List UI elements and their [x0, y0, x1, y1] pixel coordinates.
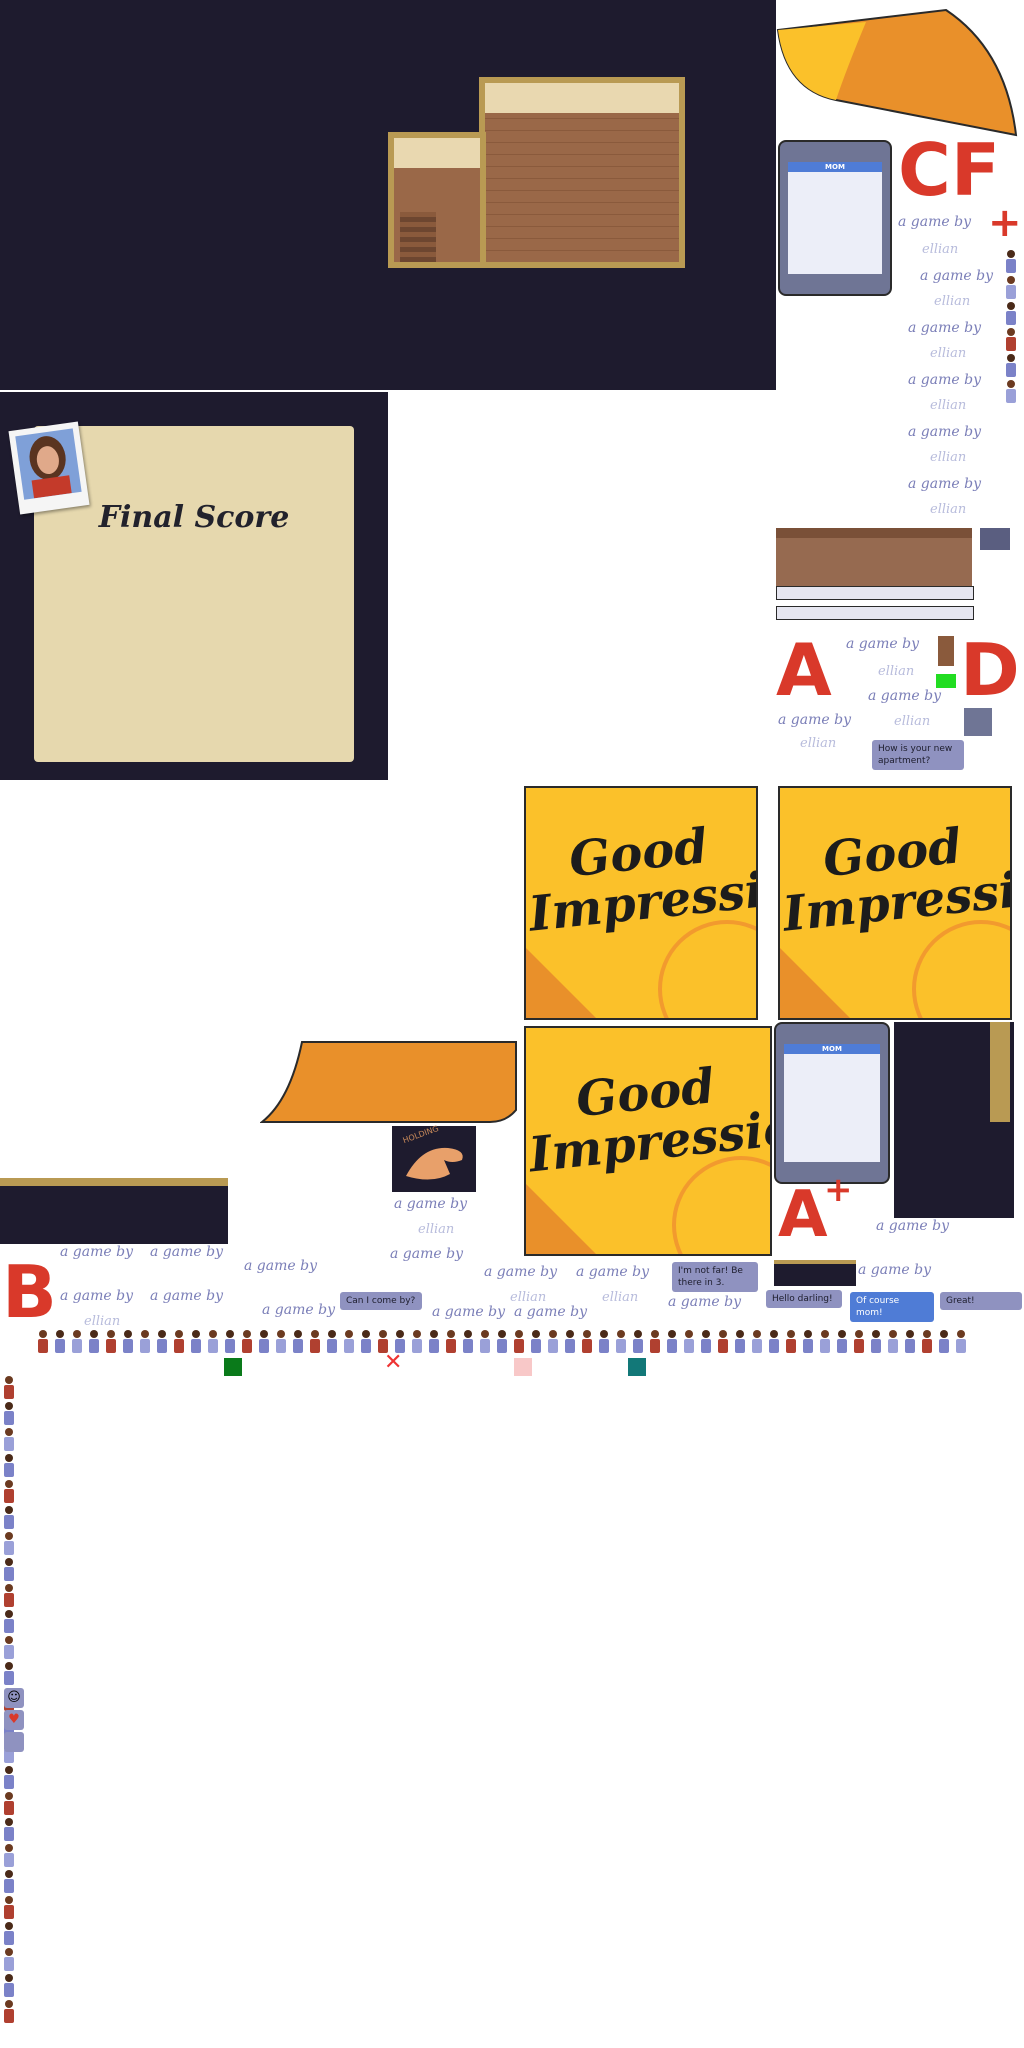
signature-text: a game by [920, 268, 993, 284]
signature-text: a game by [908, 476, 981, 492]
signature-text: a game by [244, 1258, 317, 1274]
signature-author: ellian [894, 714, 931, 729]
signature-author: ellian [930, 450, 967, 465]
black-bar-sprite [774, 1260, 856, 1286]
signature-text: a game by [868, 688, 941, 704]
chat-bubble-great: Great! [940, 1292, 1022, 1310]
signature-text: a game by [394, 1196, 467, 1212]
elevator-icon [964, 708, 992, 736]
room-map-panel [0, 0, 776, 390]
bed-sprite [776, 528, 972, 588]
signature-text: a game by [262, 1302, 335, 1318]
curled-paper-sprite [260, 1041, 517, 1123]
grade-cf-plus: + [988, 200, 1022, 246]
portrait-icon [29, 436, 72, 499]
phone-contact: MOM [784, 1044, 880, 1054]
signature-author: ellian [510, 1290, 547, 1305]
good-impression-note-1: Good Impression [524, 786, 758, 1020]
hand-icon [406, 1147, 463, 1180]
smile-emoji-icon: ☺ [4, 1688, 24, 1708]
grade-a-plus: A [778, 1178, 828, 1252]
signature-text: a game by [858, 1262, 931, 1278]
signature-text: a game by [908, 320, 981, 336]
big-room [479, 77, 685, 268]
signature-text: a game by [908, 424, 981, 440]
grade-b: B [2, 1250, 57, 1334]
signature-text: a game by [484, 1264, 557, 1280]
grade-a: A [776, 628, 832, 712]
stairs-icon [400, 212, 436, 262]
grade-a-plus-sign: + [824, 1170, 853, 1210]
stair-room [388, 132, 486, 268]
panel-edge [990, 1022, 1010, 1122]
holding-sprite: HOLDING [392, 1124, 476, 1192]
signature-text: a game by [668, 1294, 741, 1310]
signature-author: ellian [922, 242, 959, 257]
signature-author: ellian [800, 736, 837, 751]
chat-bubble-come-by: Can I come by? [340, 1292, 422, 1310]
chat-bubble-hello: Hello darling! [766, 1290, 842, 1308]
chat-bubble-apartment: How is your new apartment? [872, 740, 964, 770]
green-tile [224, 1358, 242, 1376]
signature-text: a game by [908, 372, 981, 388]
calendar-emoji-icon [4, 1732, 24, 1752]
signature-author: ellian [602, 1290, 639, 1305]
chat-bubble-of-course: Of course mom! [850, 1292, 934, 1322]
red-x-icon: ✕ [384, 1350, 403, 1375]
tv-icon [980, 528, 1010, 550]
signature-text: a game by [150, 1244, 223, 1260]
signature-author: ellian [930, 502, 967, 517]
grade-cf: CF [898, 128, 1001, 212]
signature-text: a game by [778, 712, 851, 728]
good-impression-note-3: Good Impression [524, 1026, 772, 1256]
grade-d: D [960, 628, 1020, 712]
signature-text: a game by [60, 1244, 133, 1260]
signature-text: a game by [150, 1288, 223, 1304]
shelf-sprite [776, 586, 974, 600]
signature-text: a game by [60, 1288, 133, 1304]
signature-author: ellian [418, 1222, 455, 1237]
good-impression-note-2: Good Impression [778, 786, 1012, 1020]
curled-paper-sprite [776, 8, 1018, 137]
pink-tile [514, 1358, 532, 1376]
character-sprites-column [1004, 250, 1018, 404]
phone-contact: MOM [788, 162, 882, 172]
signature-author: ellian [84, 1314, 121, 1329]
signature-text: a game by [898, 214, 971, 230]
phone-sprite-1: MOM [778, 140, 892, 296]
signature-text: a game by [846, 636, 919, 652]
signature-text: a game by [576, 1264, 649, 1280]
character-sprites-row [36, 1330, 968, 1354]
signature-author: ellian [930, 346, 967, 361]
phone-sprite-2: MOM [774, 1022, 890, 1184]
chat-bubble-not-far: I'm not far! Be there in 3. [672, 1262, 758, 1292]
signature-text: a game by [432, 1304, 505, 1320]
door-icon [938, 636, 954, 666]
shelf-sprite [776, 606, 974, 620]
heart-emoji-icon: ♥ [4, 1710, 24, 1730]
dark-strip-sprite [0, 1178, 228, 1244]
signature-author: ellian [878, 664, 915, 679]
teal-tile [628, 1358, 646, 1376]
signature-author: ellian [930, 398, 967, 413]
signature-text: a game by [390, 1246, 463, 1262]
signature-author: ellian [934, 294, 971, 309]
signature-text: a game by [876, 1218, 949, 1234]
signature-text: a game by [514, 1304, 587, 1320]
green-tile [936, 674, 956, 688]
final-score-title: Final Score [98, 500, 290, 535]
